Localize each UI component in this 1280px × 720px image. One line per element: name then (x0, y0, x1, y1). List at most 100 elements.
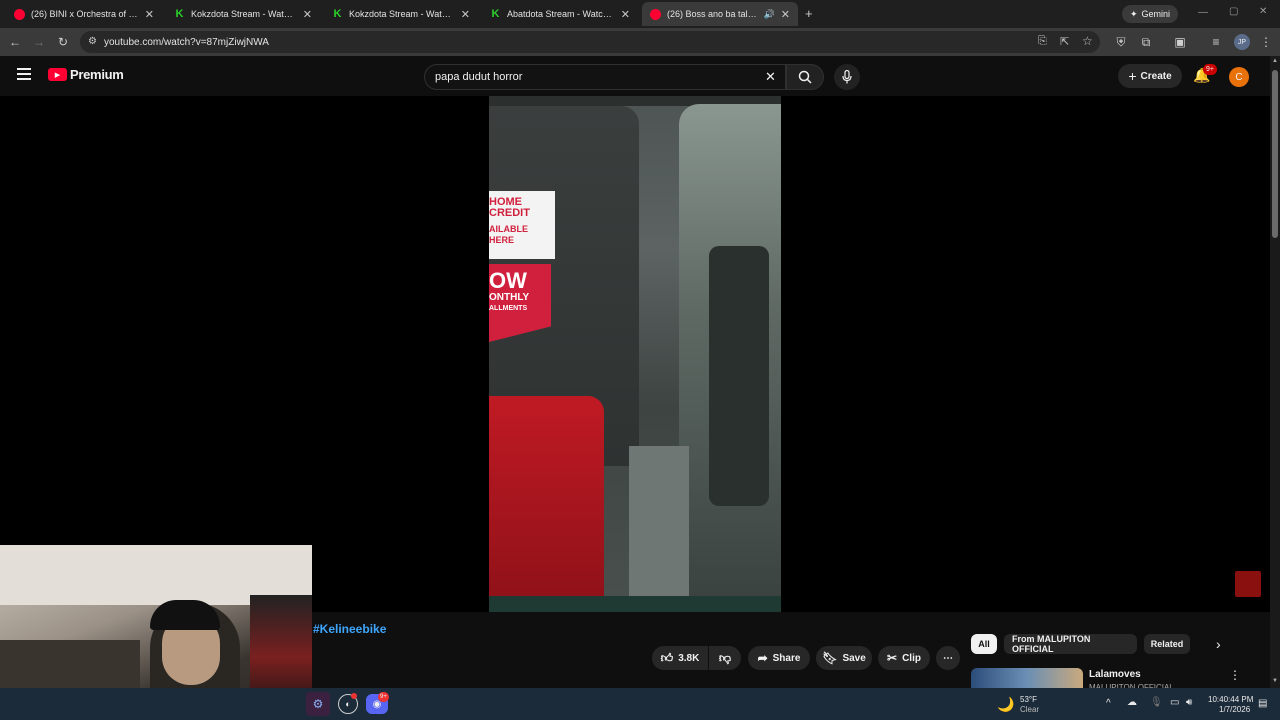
scrollbar-thumb[interactable] (1272, 70, 1278, 238)
close-tab-icon[interactable]: ✕ (781, 8, 790, 21)
forward-icon[interactable]: → (31, 34, 47, 50)
gemini-label: Gemini (1141, 9, 1171, 19)
clock-date[interactable]: 1/7/2026 (1219, 705, 1250, 714)
translate-icon[interactable]: ⎘ (1038, 35, 1047, 48)
search-icon (798, 70, 812, 84)
like-button[interactable]: 👍︎ 3.8K (652, 646, 708, 670)
share-button[interactable]: ➦ Share (748, 646, 810, 670)
site-info-icon[interactable]: ⚙ (88, 36, 97, 47)
clock-time[interactable]: 10:40:44 PM (1208, 695, 1253, 704)
related-video-menu-icon[interactable]: ⋮ (1229, 668, 1241, 682)
chip-related[interactable]: Related (1144, 634, 1190, 654)
menu-kebab-icon[interactable]: ⋮ (1258, 34, 1274, 50)
chip-from-channel[interactable]: From MALUPITON OFFICIAL (1004, 634, 1137, 654)
sparkle-icon: ✦ (1130, 8, 1138, 19)
close-tab-icon[interactable]: ✕ (621, 8, 630, 21)
search-button[interactable] (786, 64, 824, 90)
search-input[interactable]: papa dudut horror ✕ (424, 64, 786, 90)
kick-favicon-icon: K (333, 8, 342, 20)
app-alert-dot (351, 693, 357, 699)
windows-taskbar: ⚙ ◐ ◉ 9+ 🌙 53°F Clear ^ ☁ 🎙︎ ▭ 🔊︎ 10:40:… (0, 688, 1280, 720)
clear-search-icon[interactable]: ✕ (765, 69, 776, 85)
save-label: Save (842, 652, 866, 664)
split-view-icon[interactable]: ▣ (1172, 34, 1188, 50)
chevron-right-icon[interactable]: › (1216, 636, 1221, 652)
youtube-favicon-icon (14, 8, 25, 20)
shield-icon[interactable]: ⛨ (1113, 34, 1129, 50)
close-tab-icon[interactable]: ✕ (303, 8, 312, 21)
youtube-header: ▶ Premium papa dudut horror ✕ + Create 🔔… (0, 56, 1270, 96)
browser-tab[interactable]: (26) BINI x Orchestra of the Filip ✕ (6, 2, 162, 26)
account-avatar[interactable]: C (1229, 67, 1249, 87)
sign-text: CREDIT (489, 207, 530, 219)
video-hashtag-link[interactable]: #Kelineebike (313, 622, 386, 636)
dislike-button[interactable]: 👎︎ (709, 646, 741, 670)
thumbs-down-icon: 👎︎ (718, 650, 732, 665)
weather-desc[interactable]: Clear (1020, 705, 1039, 714)
logo-premium-text: Premium (70, 67, 124, 82)
kick-favicon-icon: K (175, 8, 184, 20)
youtube-logo[interactable]: ▶ Premium (48, 67, 124, 82)
save-button[interactable]: 🔖︎ Save (816, 646, 872, 670)
close-tab-icon[interactable]: ✕ (145, 8, 154, 21)
browser-tab[interactable]: K Kokzdota Stream - Watch Live on ✕ (166, 2, 320, 26)
tab-title: (26) BINI x Orchestra of the Filip (31, 9, 139, 19)
browser-toolbar: ← → ↻ ⚙ youtube.com/watch?v=87mjZiwjNWA … (0, 28, 1280, 56)
tab-title: (26) Boss ano ba talaga han (667, 9, 758, 19)
mic-tray-icon[interactable]: 🎙︎ (1150, 697, 1163, 708)
network-icon[interactable]: ▭ (1170, 697, 1179, 708)
related-video-thumbnail[interactable] (971, 668, 1083, 688)
volume-icon[interactable]: 🔊︎ (1186, 697, 1192, 708)
media-controls-icon[interactable]: ≡ (1208, 34, 1224, 50)
plus-icon: + (1128, 68, 1137, 84)
extensions-icon[interactable]: ⧉ (1138, 34, 1154, 50)
chevron-up-icon[interactable]: ^ (1106, 698, 1111, 709)
sign-text: ALLMENTS (489, 305, 528, 312)
sign-text: OW (489, 268, 527, 293)
close-window-icon[interactable]: ✕ (1259, 6, 1267, 17)
weather-temp[interactable]: 53°F (1020, 695, 1037, 704)
more-horizontal-icon: ⋯ (943, 652, 953, 664)
hamburger-menu-icon[interactable] (17, 68, 31, 80)
gemini-button[interactable]: ✦ Gemini (1122, 5, 1179, 23)
scroll-up-icon[interactable]: ▲ (1272, 58, 1278, 64)
video-frame[interactable]: HOME CREDIT AILABLE HERE OW ONTHLY ALLME… (489, 96, 781, 612)
notification-center-icon[interactable]: ▤ (1258, 698, 1267, 709)
page-scrollbar[interactable]: ▲ ▼ (1270, 56, 1280, 688)
chip-all[interactable]: All (971, 634, 997, 654)
steam-app-icon[interactable]: ⚙ (306, 692, 330, 716)
url-text: youtube.com/watch?v=87mjZiwjNWA (104, 36, 269, 48)
minimize-icon[interactable]: — (1198, 7, 1208, 18)
address-bar[interactable]: ⚙ youtube.com/watch?v=87mjZiwjNWA ⎘ ⇱ ☆ (80, 31, 1100, 53)
more-actions-button[interactable]: ⋯ (936, 646, 960, 670)
video-player[interactable]: HOME CREDIT AILABLE HERE OW ONTHLY ALLME… (0, 96, 1270, 612)
speaker-icon[interactable]: 🔊 (764, 9, 775, 20)
discord-badge: 9+ (378, 692, 389, 702)
voice-search-button[interactable] (834, 64, 860, 90)
bookmark-star-icon[interactable]: ☆ (1082, 34, 1093, 48)
maximize-icon[interactable]: ▢ (1229, 6, 1238, 17)
thumbs-up-icon: 👍︎ (660, 650, 674, 665)
browser-tab[interactable]: K Kokzdota Stream - Watch Live on ✕ (324, 2, 478, 26)
create-button[interactable]: + Create (1118, 64, 1182, 88)
microphone-icon (842, 70, 852, 84)
profile-avatar[interactable]: JP (1234, 34, 1250, 50)
kick-favicon-icon: K (491, 8, 500, 20)
related-video-title[interactable]: Lalamoves (1089, 669, 1141, 680)
share-label: Share (772, 652, 801, 664)
install-app-icon[interactable]: ⇱ (1060, 35, 1069, 48)
tab-title: Kokzdota Stream - Watch Live on (191, 9, 297, 19)
back-icon[interactable]: ← (7, 34, 23, 50)
scroll-down-icon[interactable]: ▼ (1272, 678, 1278, 684)
browser-tab-active[interactable]: (26) Boss ano ba talaga han 🔊 ✕ (642, 2, 798, 26)
clip-button[interactable]: ✂ Clip (878, 646, 930, 670)
close-tab-icon[interactable]: ✕ (461, 8, 470, 21)
cloud-icon[interactable]: ☁ (1127, 697, 1137, 708)
channel-watermark[interactable] (1235, 571, 1261, 597)
reload-icon[interactable]: ↻ (55, 34, 71, 50)
browser-tab[interactable]: K Abatdota Stream - Watch Live on ✕ (482, 2, 638, 26)
search-query: papa dudut horror (435, 71, 523, 83)
tab-title: Abatdota Stream - Watch Live on (507, 9, 615, 19)
new-tab-icon[interactable]: + (805, 6, 813, 21)
weather-moon-icon[interactable]: 🌙 (997, 696, 1014, 713)
